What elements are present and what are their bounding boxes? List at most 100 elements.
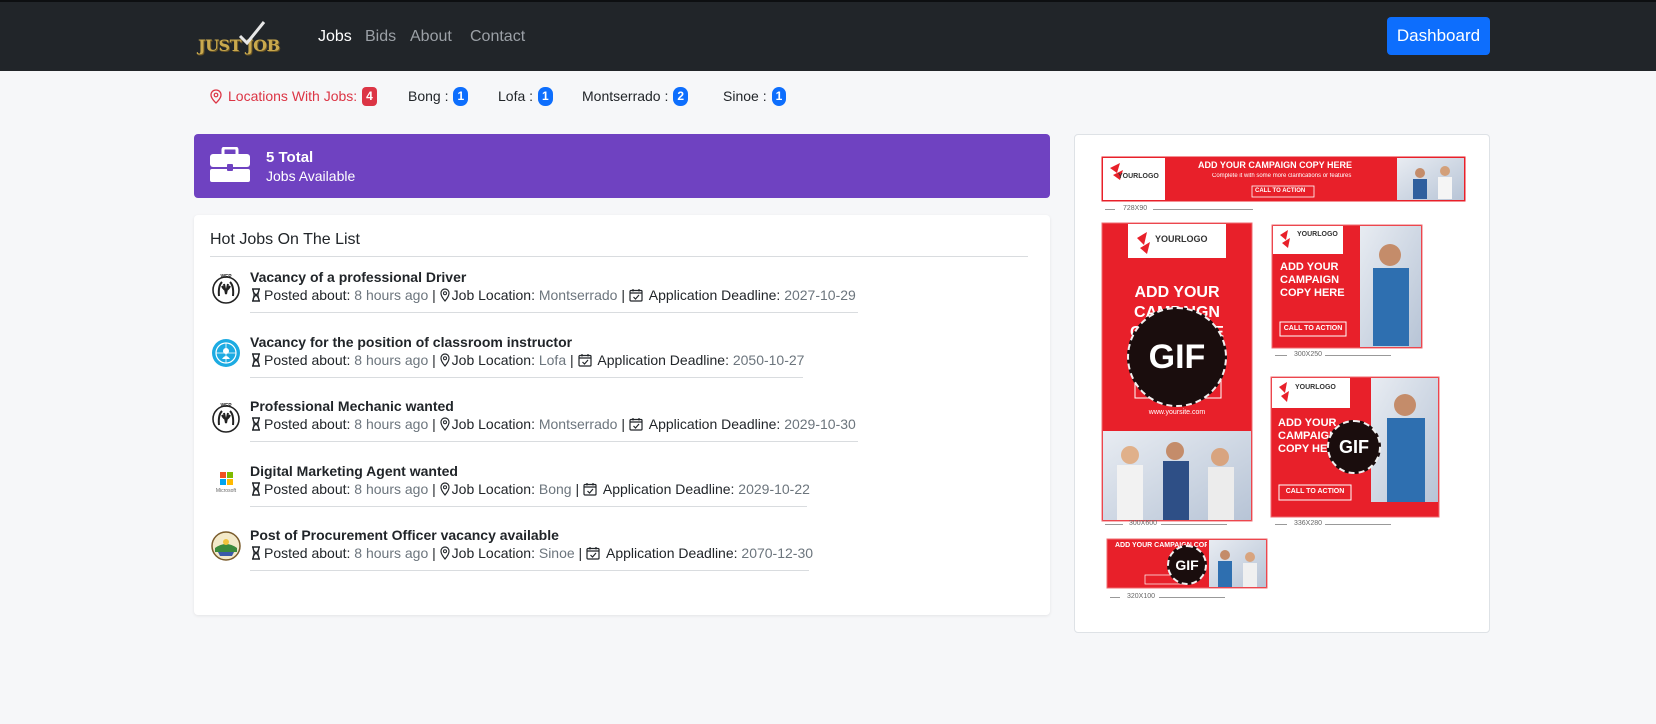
job-title[interactable]: Vacancy for the position of classroom in…: [250, 334, 572, 350]
job-location[interactable]: Lofa: [539, 352, 566, 368]
calendar-check-icon: [629, 418, 643, 431]
ad-brand: YOURLOGO: [1118, 173, 1159, 180]
total-jobs-card: 5 Total Jobs Available: [194, 134, 1050, 198]
location-sinoe[interactable]: Sinoe : 1: [723, 86, 787, 106]
job-deadline: 2027-10-29: [784, 287, 856, 303]
job-deadline: 2070-12-30: [741, 545, 814, 561]
hourglass-icon: [252, 352, 260, 367]
nav-jobs[interactable]: Jobs: [318, 28, 352, 46]
location-name: Lofa :: [498, 88, 534, 104]
size-rule: [1161, 524, 1227, 525]
job-title[interactable]: Vacancy of a professional Driver: [250, 269, 466, 285]
hourglass-icon: [252, 481, 260, 496]
job-location[interactable]: Sinoe: [539, 545, 575, 561]
ad-headline-medium: ADD YOUR CAMPAIGN COPY HERE: [1280, 261, 1345, 300]
job-deadline: 2050-10-27: [732, 351, 805, 368]
job-meta: Posted about: 8 hours ago | Job Location…: [250, 545, 813, 561]
ad-sidebar: YOURLOGO ADD YOUR CAMPAIGN COPY HERE Com…: [1074, 134, 1490, 633]
hourglass-icon: [252, 417, 260, 431]
locations-with-jobs[interactable]: Locations With Jobs: 4: [210, 86, 377, 106]
location-name: Montserrado :: [582, 88, 669, 104]
job-title[interactable]: Professional Mechanic wanted: [250, 398, 454, 414]
map-pin-icon: [210, 88, 222, 104]
ad-size-label: 300X250: [1294, 351, 1323, 358]
calendar-check-icon: [586, 547, 600, 560]
nav-contact[interactable]: Contact: [470, 28, 525, 46]
job-location[interactable]: Montserrado: [539, 416, 618, 432]
gif-badge: GIF: [1327, 420, 1381, 474]
ad-size-label: 320X100: [1127, 593, 1156, 600]
location-label: Job Location:: [451, 416, 535, 432]
location-count-badge: 1: [771, 86, 787, 106]
size-rule: [1159, 597, 1225, 598]
job-location[interactable]: Bong: [539, 481, 572, 497]
size-rule: [1275, 524, 1287, 525]
location-bong[interactable]: Bong : 1: [408, 86, 469, 106]
posted-label: Posted about:: [264, 351, 351, 368]
nav-about[interactable]: About: [410, 28, 452, 46]
map-pin-icon: [440, 288, 450, 302]
deadline-label: Application Deadline:: [597, 351, 729, 368]
location-label: Job Location:: [451, 351, 535, 368]
deadline-label: Application Deadline:: [605, 545, 738, 561]
size-rule: [1153, 209, 1253, 210]
ad-headline-line: COPY HERE: [1280, 287, 1345, 299]
svg-text:WFP: WFP: [220, 274, 232, 280]
job-listing[interactable]: Vacancy for the position of classroom in…: [210, 333, 1030, 401]
ad-size-label: 300X600: [1129, 520, 1158, 527]
hot-jobs-card: Hot Jobs On The List WFP Vacancy of a pro…: [194, 215, 1050, 615]
divider: [250, 505, 807, 507]
location-label: Job Location:: [451, 287, 535, 303]
map-pin-icon: [440, 546, 450, 560]
calendar-check-icon: [577, 353, 592, 367]
divider: [250, 441, 858, 442]
gif-badge: GIF: [1167, 545, 1207, 585]
ad-cta-square: CALL TO ACTION: [1285, 488, 1345, 495]
ad-brand: YOURLOGO: [1297, 231, 1338, 238]
location-lofa[interactable]: Lofa : 1: [498, 86, 553, 106]
gif-badge: GIF: [1127, 307, 1227, 407]
ad-headline-line: CAMPAIGN: [1280, 274, 1340, 286]
locations-label: Locations With Jobs:: [228, 88, 358, 104]
total-count: 5 Total: [266, 149, 314, 166]
ad-headline-line: ADD YOUR: [1280, 261, 1339, 273]
divider: [250, 312, 858, 313]
job-listing[interactable]: WFP Vacancy of a professional Driver Poste…: [210, 268, 1030, 336]
nav-bids[interactable]: Bids: [365, 28, 396, 46]
posted-time: 8 hours ago: [354, 480, 429, 497]
job-title[interactable]: Digital Marketing Agent wanted: [250, 463, 458, 479]
job-meta: Posted about: 8 hours ago | Job Location…: [250, 287, 856, 303]
job-meta: Posted about: 8 hours ago | Job Location…: [250, 481, 810, 497]
divider: [250, 570, 809, 571]
checkmark-icon: [238, 21, 266, 46]
divider: [250, 376, 803, 378]
posted-label: Posted about:: [264, 480, 351, 497]
ad-size-label: 336X280: [1294, 520, 1323, 527]
ad-headline-line: ADD YOUR: [1134, 284, 1220, 301]
dashboard-button[interactable]: Dashboard: [1387, 17, 1490, 55]
posted-label: Posted about:: [264, 287, 351, 303]
job-meta: Posted about: 8 hours ago | Job Location…: [250, 416, 856, 432]
job-listing[interactable]: WFP Professional Mechanic wanted Posted ab…: [210, 397, 1030, 465]
job-location[interactable]: Montserrado: [539, 287, 618, 303]
posted-label: Posted about:: [264, 416, 351, 432]
job-listing[interactable]: Microsoft Digital Marketing Agent wanted P…: [210, 462, 1030, 530]
location-name: Sinoe :: [723, 88, 767, 104]
hourglass-icon: [252, 288, 260, 302]
top-navbar: JUST JOB Jobs Bids About Contact Dashboa…: [0, 0, 1656, 71]
locations-count-badge: 4: [362, 86, 377, 106]
company-logo-icon: WFP: [210, 272, 242, 304]
job-listing[interactable]: Post of Procurement Officer vacancy avai…: [210, 526, 1030, 594]
hot-jobs-title: Hot Jobs On The List: [210, 231, 360, 248]
job-title[interactable]: Post of Procurement Officer vacancy avai…: [250, 527, 559, 543]
posted-label: Posted about:: [264, 545, 351, 561]
location-montserrado[interactable]: Montserrado : 2: [582, 86, 689, 106]
ad-site: www.yoursite.com: [1148, 409, 1206, 416]
posted-time: 8 hours ago: [354, 416, 429, 432]
ad-headline-wide: ADD YOUR CAMPAIGN COPY HERE: [1198, 160, 1353, 170]
calendar-check-icon: [629, 289, 643, 302]
site-logo[interactable]: JUST JOB: [198, 20, 290, 56]
total-subtitle: Jobs Available: [266, 168, 356, 184]
ad-size-label: 728X90: [1123, 205, 1148, 212]
svg-text:WFP: WFP: [220, 403, 232, 409]
